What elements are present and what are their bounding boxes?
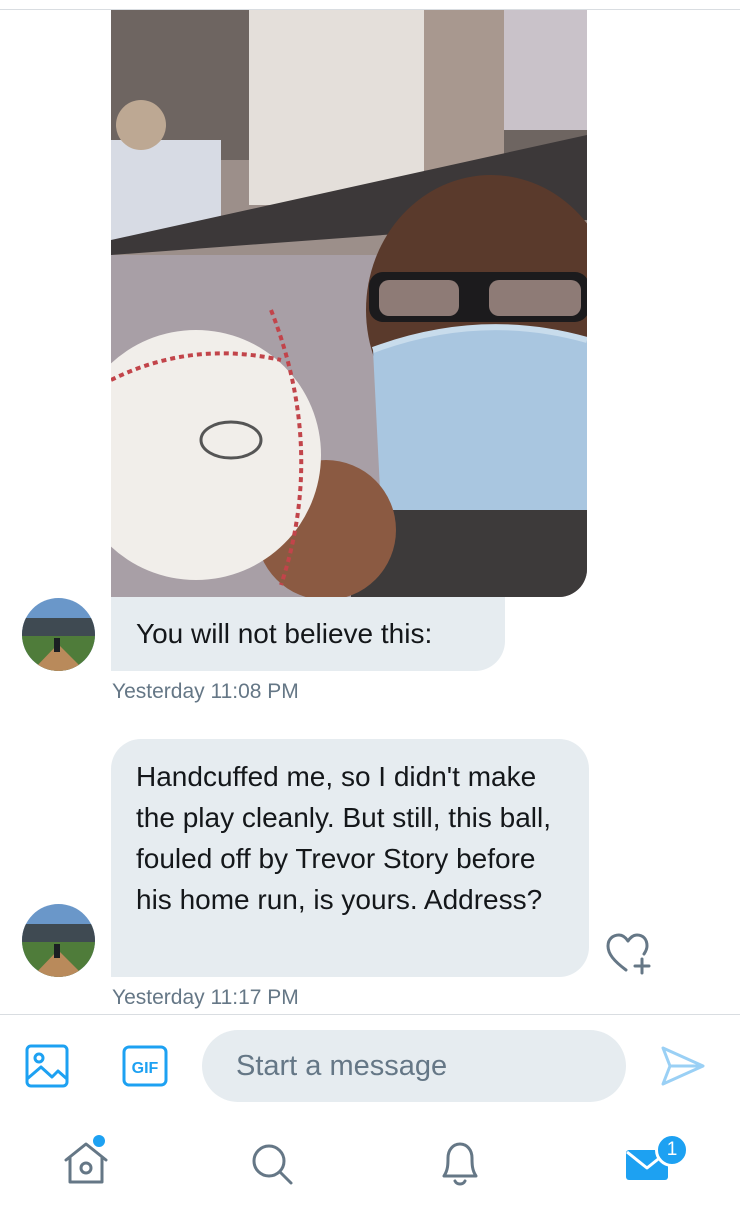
- image-icon[interactable]: [24, 1043, 70, 1089]
- home-notification-dot: [93, 1135, 105, 1147]
- sender-avatar[interactable]: [22, 904, 95, 977]
- message-bubble: Handcuffed me, so I didn't make the play…: [111, 739, 589, 977]
- photo-illustration: [111, 10, 587, 597]
- message-timestamp: Yesterday 11:08 PM: [112, 680, 299, 703]
- message-bubble: You will not believe this:: [111, 597, 505, 671]
- home-icon[interactable]: [60, 1136, 112, 1190]
- gif-button[interactable]: GIF: [122, 1045, 168, 1087]
- notifications-icon[interactable]: [434, 1136, 486, 1190]
- add-reaction-heart-icon[interactable]: [604, 930, 654, 976]
- message-text: Handcuffed me, so I didn't make the play…: [136, 761, 552, 915]
- message-photo[interactable]: [111, 10, 587, 597]
- gif-label: GIF: [132, 1060, 159, 1077]
- messages-badge: 1: [655, 1133, 689, 1167]
- gif-icon: GIF: [122, 1045, 168, 1087]
- stadium-avatar-image: [22, 904, 95, 977]
- message-timestamp: Yesterday 11:17 PM: [112, 986, 299, 1009]
- send-icon[interactable]: [660, 1044, 706, 1088]
- search-icon[interactable]: [246, 1136, 298, 1190]
- message-input[interactable]: [202, 1030, 626, 1102]
- stadium-avatar-image: [22, 598, 95, 671]
- composer-divider: [0, 1014, 740, 1015]
- message-text: You will not believe this:: [136, 618, 433, 649]
- sender-avatar[interactable]: [22, 598, 95, 671]
